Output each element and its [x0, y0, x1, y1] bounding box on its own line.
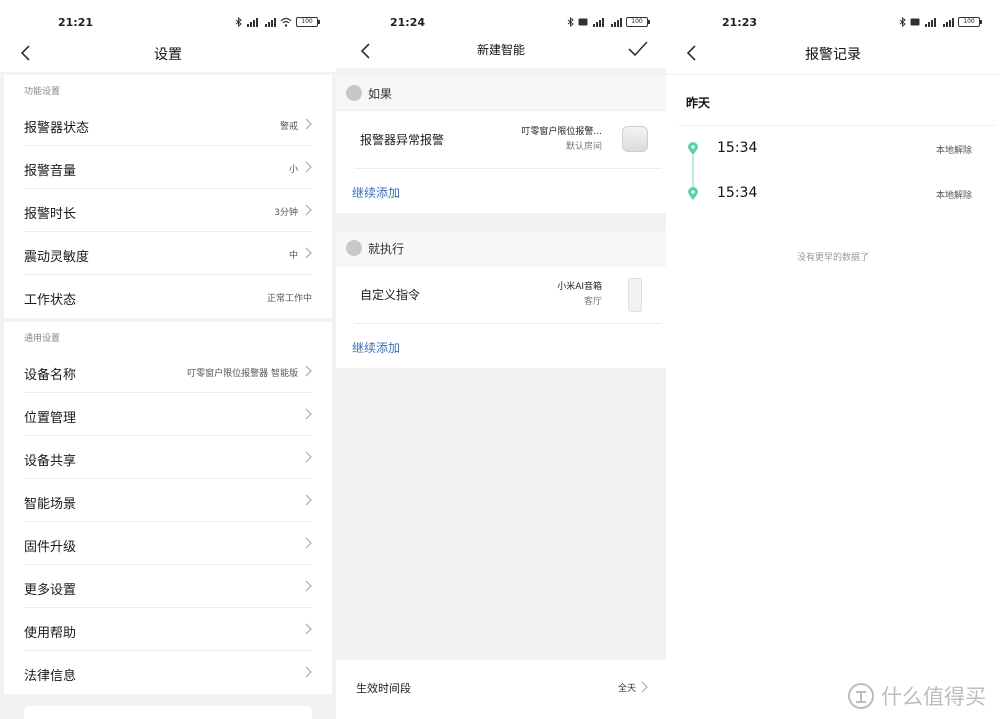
- setting-smart-scenes[interactable]: 智能场景: [4, 479, 332, 522]
- add-action-row[interactable]: 继续添加: [336, 324, 666, 368]
- setting-device-sharing[interactable]: 设备共享: [4, 436, 332, 479]
- status-time: 21:23: [722, 16, 758, 29]
- alarm-log-entry: 15:34 本地解除: [666, 173, 1000, 217]
- signal-bars-icon: [265, 18, 276, 27]
- chevron-right-icon: [305, 537, 312, 549]
- signal-bars-icon: [593, 18, 604, 27]
- section-header-function: 功能设置: [4, 75, 332, 103]
- watermark-logo-icon: [848, 683, 874, 709]
- alarm-records-screen: 21:23 100 报警记录 昨天 15:34 本地解除 15:34 本地解除 …: [666, 0, 1000, 719]
- condition-device: 叮零窗户限位报警...: [521, 127, 602, 137]
- status-time: 21:21: [58, 16, 94, 29]
- effective-period-row[interactable]: 生效时间段 全天: [336, 660, 666, 719]
- watermark: 什么值得买: [847, 681, 986, 711]
- chevron-right-icon: [305, 408, 312, 420]
- action-row[interactable]: 自定义指令 小米AI音箱 客厅: [336, 266, 666, 324]
- chevron-right-icon: [305, 365, 312, 377]
- bluetooth-icon: [235, 17, 242, 27]
- signal-bars-icon: [611, 18, 622, 27]
- battery-icon: 100: [626, 17, 650, 27]
- action-device: 小米AI音箱: [557, 282, 602, 292]
- page-title: 设置: [154, 47, 182, 63]
- log-date-header: 昨天: [686, 96, 711, 110]
- chevron-right-icon: [305, 118, 312, 130]
- if-section-header: 如果: [336, 76, 666, 110]
- chevron-right-icon: [305, 580, 312, 592]
- add-action-link[interactable]: 继续添加: [352, 339, 400, 356]
- add-condition-row[interactable]: 继续添加: [336, 169, 666, 213]
- status-icons: 100: [899, 16, 982, 28]
- chevron-right-icon: [641, 681, 648, 693]
- arrow-right-circle-icon: [346, 240, 362, 256]
- watermark-text: 什么值得买: [881, 685, 986, 709]
- bluetooth-icon: [567, 17, 574, 27]
- chevron-right-icon: [305, 204, 312, 216]
- location-pin-icon: [688, 142, 698, 155]
- chevron-right-icon: [305, 494, 312, 506]
- setting-device-name[interactable]: 设备名称 叮零窗户限位报警器 智能版: [4, 350, 332, 393]
- hd-icon: [910, 18, 920, 26]
- setting-alarm-duration[interactable]: 报警时长 3分钟: [4, 189, 332, 232]
- setting-alarm-volume[interactable]: 报警音量 小: [4, 146, 332, 189]
- battery-icon: 100: [296, 17, 320, 27]
- setting-vibration-sensitivity[interactable]: 震动灵敏度 中: [4, 232, 332, 275]
- chevron-right-icon: [305, 623, 312, 635]
- speaker-device-icon: [628, 278, 642, 312]
- settings-screen: 21:21 100 设置 功能设置 报警器状态 警戒 报警音量 小 报警时长 3…: [0, 0, 336, 719]
- signal-bars-icon: [943, 18, 954, 27]
- title-bar: 新建智能: [336, 34, 666, 68]
- setting-help[interactable]: 使用帮助: [4, 608, 332, 651]
- bluetooth-icon: [899, 17, 906, 27]
- signal-bars-icon: [247, 18, 258, 27]
- location-pin-icon: [688, 187, 698, 200]
- title-bar: 报警记录: [666, 36, 1000, 72]
- chevron-right-icon: [305, 161, 312, 173]
- page-title: 新建智能: [476, 43, 525, 57]
- title-bar: 设置: [0, 36, 336, 72]
- battery-icon: 100: [958, 17, 982, 27]
- hd-icon: [578, 18, 588, 26]
- section-header-general: 通用设置: [4, 322, 332, 350]
- setting-alarm-status[interactable]: 报警器状态 警戒: [4, 103, 332, 146]
- confirm-check-icon[interactable]: [628, 40, 648, 58]
- chevron-right-icon: [305, 666, 312, 678]
- status-time: 21:24: [390, 16, 426, 29]
- setting-location[interactable]: 位置管理: [4, 393, 332, 436]
- setting-more[interactable]: 更多设置: [4, 565, 332, 608]
- status-icons: 100: [235, 16, 320, 28]
- status-icons: 100: [567, 16, 650, 28]
- page-title: 报警记录: [805, 47, 861, 63]
- chevron-right-icon: [305, 451, 312, 463]
- chevron-right-icon: [305, 247, 312, 259]
- condition-room: 默认房间: [565, 142, 602, 152]
- setting-firmware-upgrade[interactable]: 固件升级: [4, 522, 332, 565]
- window-sensor-device-icon: [622, 126, 648, 152]
- list-icon: [346, 85, 362, 101]
- no-more-data-text: 没有更早的数据了: [796, 253, 869, 263]
- setting-legal[interactable]: 法律信息: [4, 651, 332, 694]
- setting-work-status: 工作状态 正常工作中: [4, 275, 332, 318]
- condition-row[interactable]: 报警器异常报警 叮零窗户限位报警... 默认房间: [336, 111, 666, 169]
- new-smart-screen: 21:24 100 新建智能 如果 报警器异常报警 叮零窗户限位报警... 默认…: [336, 0, 666, 719]
- wifi-icon: [280, 17, 292, 27]
- alarm-log-entry: 15:34 本地解除: [666, 128, 1000, 172]
- then-section-header: 就执行: [336, 231, 666, 265]
- action-room: 客厅: [583, 297, 602, 307]
- add-condition-link[interactable]: 继续添加: [352, 184, 400, 201]
- bottom-card: [24, 706, 312, 719]
- signal-bars-icon: [925, 18, 936, 27]
